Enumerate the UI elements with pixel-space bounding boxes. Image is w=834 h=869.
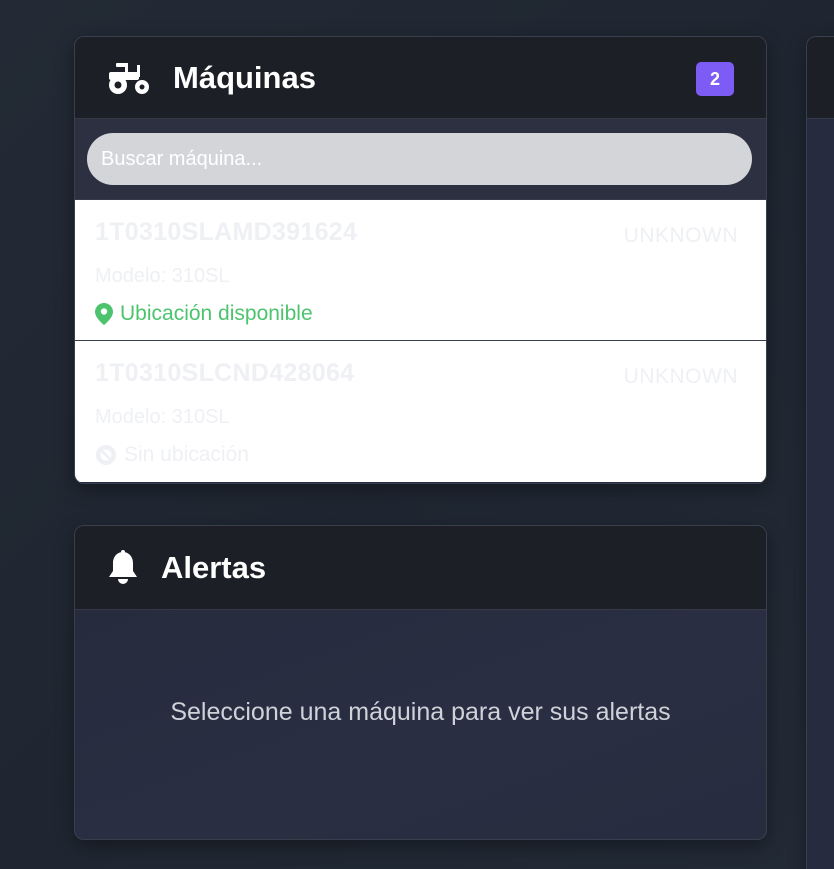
machine-status: UNKNOWN — [623, 365, 738, 388]
machine-count-badge: 2 — [696, 62, 734, 96]
alerts-panel-title: Alertas — [161, 549, 267, 585]
machine-list-item[interactable]: 1T0310SLAMD391624 UNKNOWN Modelo: 310SL … — [75, 200, 766, 341]
machines-panel-header: Máquinas 2 — [75, 37, 766, 119]
secondary-panel-header — [807, 37, 834, 119]
bell-icon — [107, 549, 139, 586]
machines-panel-title: Máquinas — [173, 59, 316, 95]
machine-location: Sin ubicación — [95, 443, 746, 467]
machine-model: Modelo: 310SL — [95, 265, 230, 287]
map-marker-icon — [95, 303, 113, 325]
machine-list-item[interactable]: 1T0310SLCND428064 UNKNOWN Modelo: 310SL … — [75, 341, 766, 482]
alerts-empty-message: Seleccione una máquina para ver sus aler… — [170, 698, 671, 726]
alerts-panel-header: Alertas — [75, 526, 766, 610]
machine-model: Modelo: 310SL — [95, 406, 230, 428]
machine-location: Ubicación disponible — [95, 302, 746, 326]
machines-panel: Máquinas 2 1T0310SLAMD391624 UNKNOWN Mod… — [74, 36, 767, 484]
ban-icon — [95, 444, 117, 466]
machine-status: UNKNOWN — [623, 224, 738, 247]
machine-location-label: Ubicación disponible — [120, 302, 313, 325]
machine-search-bar — [75, 119, 766, 200]
alerts-panel: Alertas Seleccione una máquina para ver … — [74, 525, 767, 840]
secondary-panel — [806, 36, 834, 869]
machine-search-input[interactable] — [87, 133, 752, 185]
machine-location-label: Sin ubicación — [124, 443, 249, 466]
tractor-icon — [107, 60, 151, 96]
